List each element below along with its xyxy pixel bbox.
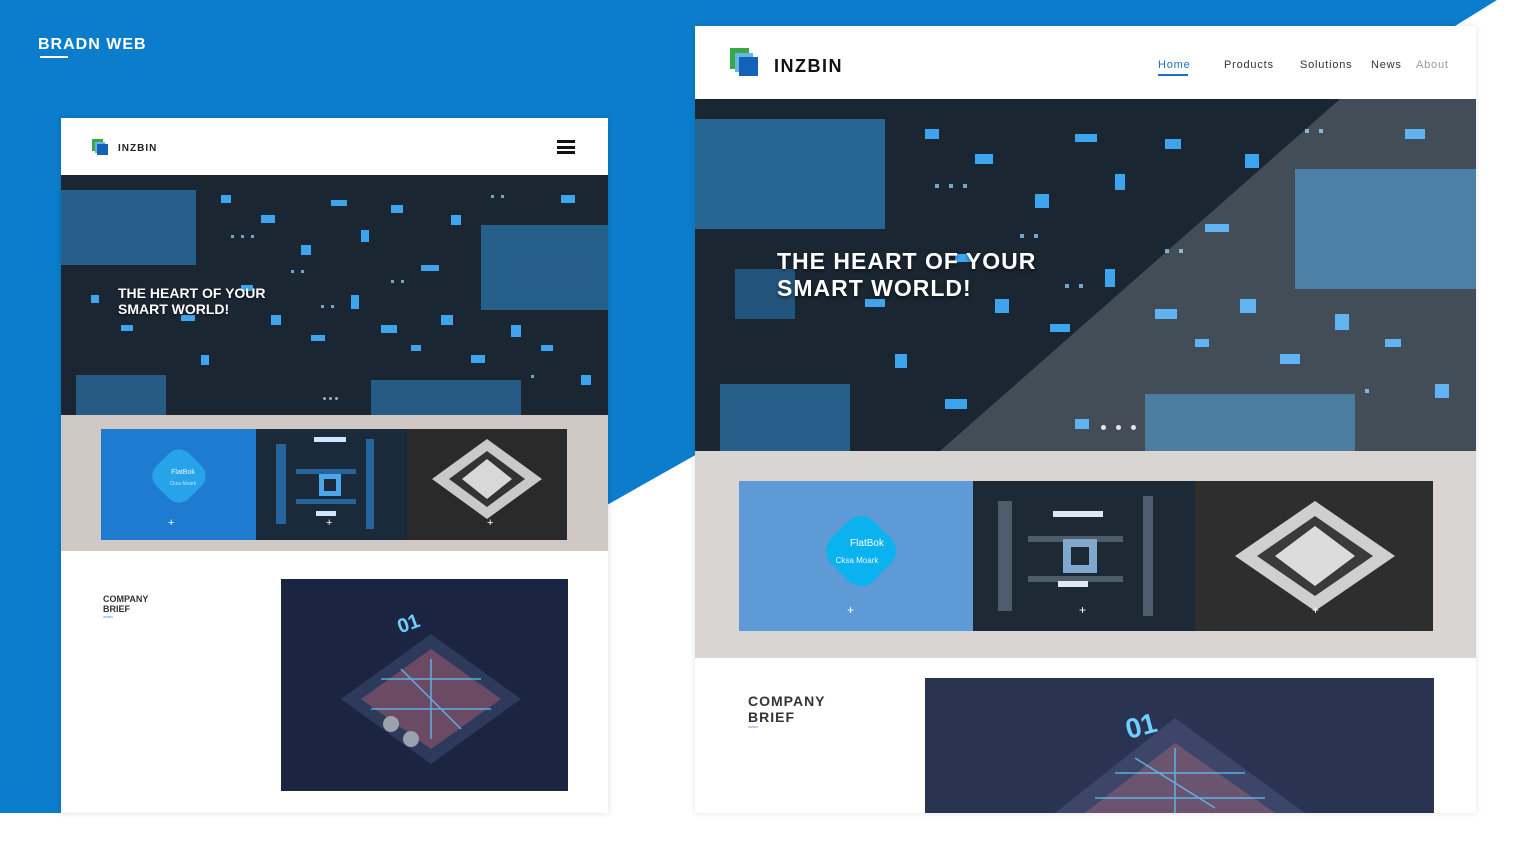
- feature-card[interactable]: FlatBok Cksa Moark +: [101, 429, 256, 540]
- hero-banner: THE HEART OF YOUR SMART WORLD!: [61, 175, 608, 415]
- hero-title: THE HEART OF YOUR SMART WORLD!: [118, 285, 318, 317]
- feature-band: FlatBok Cksa Moark + + +: [695, 451, 1476, 658]
- plus-icon[interactable]: +: [847, 603, 854, 617]
- company-title-line1: COMPANY: [748, 693, 826, 709]
- plus-icon[interactable]: +: [1312, 603, 1319, 617]
- nav-home[interactable]: Home: [1158, 59, 1191, 71]
- hero-title-line1: THE HEART OF YOUR: [118, 285, 266, 301]
- nav-about[interactable]: About: [1416, 59, 1449, 71]
- hamburger-icon[interactable]: [557, 140, 575, 154]
- plus-icon[interactable]: +: [487, 517, 493, 529]
- feature-card-subtitle: Cksa Moark: [169, 481, 197, 487]
- desktop-header: INZBIN Home Products Solutions News Abou…: [695, 26, 1476, 99]
- company-brief-image: 01: [925, 678, 1434, 813]
- slider-dots[interactable]: [1101, 417, 1146, 435]
- feature-card[interactable]: FlatBok Cksa Moark +: [739, 481, 973, 631]
- brand-name: INZBIN: [118, 143, 158, 154]
- logo-icon: [730, 48, 758, 76]
- company-brief-image: 01: [281, 579, 568, 791]
- board-image-card[interactable]: +: [256, 429, 407, 540]
- mobile-mockup: INZBIN THE HEART OF YOUR SMART WORLD! Fl…: [61, 118, 608, 813]
- logo-icon: [92, 139, 108, 155]
- company-brief-subtitle: INZBIN: [748, 725, 758, 729]
- plus-icon[interactable]: +: [326, 517, 332, 529]
- company-brief-title: COMPANY BRIEF: [748, 693, 826, 725]
- plus-icon[interactable]: +: [1079, 603, 1086, 617]
- desktop-mockup: INZBIN Home Products Solutions News Abou…: [695, 26, 1476, 813]
- company-title-line2: BRIEF: [748, 709, 795, 725]
- plus-icon[interactable]: +: [168, 517, 174, 529]
- chip-image-card[interactable]: +: [1195, 481, 1433, 631]
- brand-underline: [40, 56, 68, 58]
- nav-active-indicator: [1158, 74, 1188, 76]
- brand-name: INZBIN: [774, 56, 843, 76]
- hero-title: THE HEART OF YOUR SMART WORLD!: [777, 248, 1097, 302]
- feature-badge: [146, 443, 212, 509]
- feature-card-title: FlatBok: [171, 469, 195, 476]
- nav-news[interactable]: News: [1371, 59, 1402, 71]
- company-title-line1: COMPANY: [103, 594, 149, 604]
- nav-products[interactable]: Products: [1224, 59, 1274, 71]
- company-title-line2: BRIEF: [103, 604, 130, 614]
- mobile-header: INZBIN: [61, 118, 608, 175]
- hero-title-line1: THE HEART OF YOUR: [777, 248, 1037, 274]
- feature-band: FlatBok Cksa Moark + + +: [61, 415, 608, 551]
- feature-card-title: FlatBok: [850, 538, 884, 549]
- hero-title-line2: SMART WORLD!: [118, 301, 230, 317]
- brand-title: BRADN WEB: [38, 36, 147, 53]
- hero-title-line2: SMART WORLD!: [777, 275, 972, 301]
- feature-badge: [818, 508, 904, 594]
- nav-solutions[interactable]: Solutions: [1300, 59, 1352, 71]
- board-image-card[interactable]: +: [973, 481, 1195, 631]
- slider-dots[interactable]: [323, 387, 341, 405]
- company-brief-title: COMPANY BRIEF: [103, 594, 148, 614]
- feature-card-subtitle: Cksa Moark: [835, 556, 879, 565]
- chip-image-card[interactable]: +: [407, 429, 567, 540]
- hero-banner: THE HEART OF YOUR SMART WORLD!: [695, 99, 1476, 451]
- company-brief-subtitle: INZBIN: [103, 615, 113, 619]
